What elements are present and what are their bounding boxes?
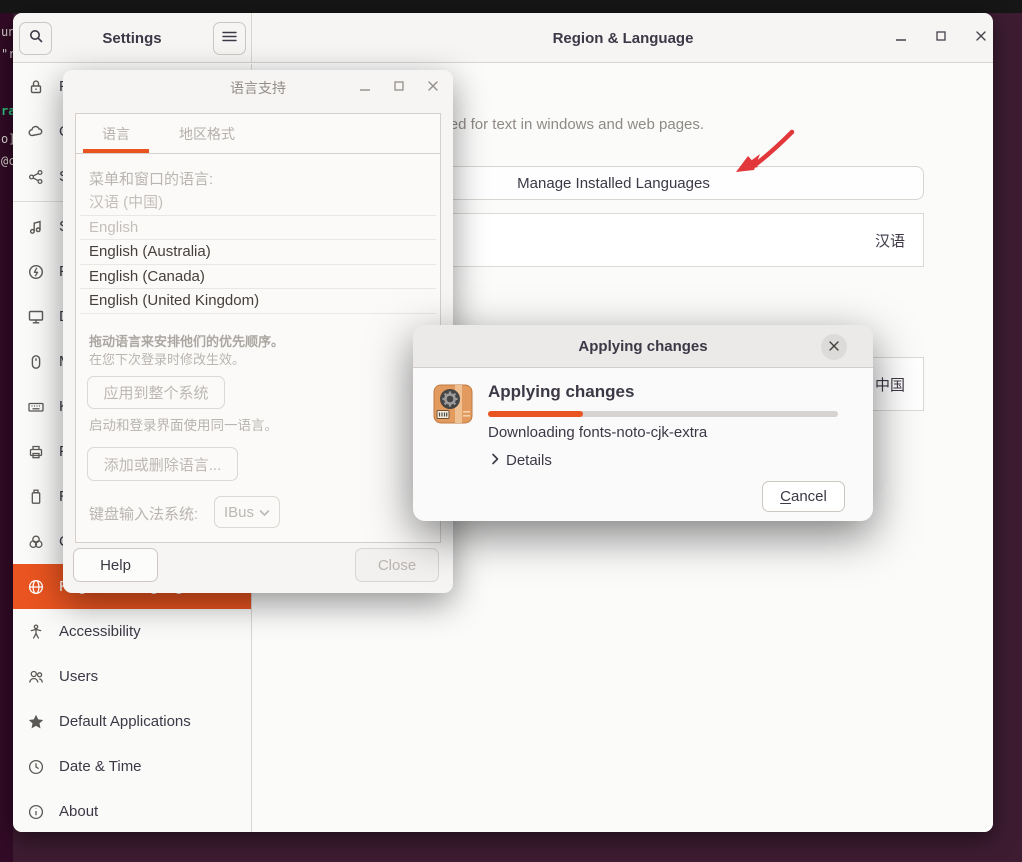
dialog-maximize-button[interactable] xyxy=(387,76,411,100)
star-icon xyxy=(26,712,46,732)
applying-changes-titlebar[interactable]: Applying changes xyxy=(413,325,873,368)
language-list-item[interactable]: English (Australia) xyxy=(80,240,436,265)
top-panel xyxy=(0,0,1022,13)
language-list-item[interactable]: English (United Kingdom) xyxy=(80,289,436,314)
power-icon xyxy=(26,262,46,282)
settings-headerbar: Settings Region & Language xyxy=(13,13,993,63)
chevron-down-icon xyxy=(259,504,270,521)
sidebar-item-default-applications[interactable]: Default Applications xyxy=(13,699,251,744)
dialog-minimize-button[interactable] xyxy=(353,76,377,100)
cloud-icon xyxy=(26,122,46,142)
page-title: Region & Language xyxy=(253,13,993,63)
ime-value: IBus xyxy=(224,504,254,521)
maximize-icon xyxy=(392,79,406,98)
maximize-icon xyxy=(934,29,948,48)
apply-note: 启动和登录界面使用同一语言。 xyxy=(89,414,278,434)
displays-icon xyxy=(26,307,46,327)
progress-bar xyxy=(488,411,838,417)
globe-icon xyxy=(26,577,46,597)
close-icon xyxy=(974,29,988,48)
language-value: 汉语 xyxy=(875,230,905,251)
terminal-background: un"rrao]@c xyxy=(0,13,13,862)
details-label: Details xyxy=(506,452,552,469)
formats-value: 中国 xyxy=(875,374,905,395)
software-properties-icon xyxy=(433,384,473,424)
applying-close-button[interactable] xyxy=(821,334,847,360)
sidebar-item-label: About xyxy=(59,803,98,820)
menu-language-label: 菜单和窗口的语言: xyxy=(89,168,213,189)
keyboard-icon xyxy=(26,397,46,417)
removable-icon xyxy=(26,487,46,507)
sound-icon xyxy=(26,217,46,237)
applying-changes-title: Applying changes xyxy=(578,338,707,355)
language-support-frame: 语言 地区格式 菜单和窗口的语言: 汉语 (中国)EnglishEnglish … xyxy=(75,113,441,543)
applying-changes-dialog: Applying changes Applying changes Downlo… xyxy=(413,325,873,521)
sidebar-item-label: Accessibility xyxy=(59,623,141,640)
cancel-button[interactable]: Cancel xyxy=(762,481,845,512)
close-dialog-button[interactable]: Close xyxy=(355,548,439,582)
language-support-title: 语言支持 xyxy=(230,78,286,98)
language-list-item[interactable]: English (Canada) xyxy=(80,265,436,290)
sidebar-item-label: Date & Time xyxy=(59,758,142,775)
language-list: 汉语 (中国)EnglishEnglish (Australia)English… xyxy=(80,191,436,314)
details-expander[interactable]: Details xyxy=(491,452,552,469)
info-icon xyxy=(26,802,46,822)
sidebar-item-users[interactable]: Users xyxy=(13,654,251,699)
sidebar-item-label: Default Applications xyxy=(59,713,191,730)
users-icon xyxy=(26,667,46,687)
apply-system-wide-button[interactable]: 应用到整个系统 xyxy=(87,376,225,409)
sidebar-item-date-time[interactable]: Date & Time xyxy=(13,744,251,789)
drag-hint-2: 在您下次登录时修改生效。 xyxy=(89,349,245,368)
close-button[interactable] xyxy=(967,24,993,52)
clock-icon xyxy=(26,757,46,777)
applying-changes-heading: Applying changes xyxy=(488,382,634,402)
dialog-close-button[interactable] xyxy=(421,76,445,100)
headerbar-left: Settings xyxy=(13,13,252,63)
sidebar-item-label: Users xyxy=(59,668,98,685)
close-icon xyxy=(426,79,440,98)
tab-language[interactable]: 语言 xyxy=(76,114,156,154)
progress-fill xyxy=(488,411,583,417)
printer-icon xyxy=(26,442,46,462)
ime-label: 键盘输入法系统: xyxy=(89,503,198,524)
sidebar-item-accessibility[interactable]: Accessibility xyxy=(13,609,251,654)
maximize-button[interactable] xyxy=(927,24,955,52)
minimize-icon xyxy=(358,79,372,98)
tab-regional-formats[interactable]: 地区格式 xyxy=(162,114,252,154)
share-icon xyxy=(26,167,46,187)
lock-icon xyxy=(26,77,46,97)
drag-hint-1: 拖动语言来安排他们的优先顺序。 xyxy=(89,331,284,350)
minimize-icon xyxy=(894,29,908,48)
close-icon xyxy=(827,339,841,356)
language-list-item[interactable]: 汉语 (中国) xyxy=(80,191,436,216)
mouse-icon xyxy=(26,352,46,372)
active-tab-underline xyxy=(83,149,149,153)
hamburger-icon xyxy=(222,30,237,48)
language-support-dialog: 语言支持 语言 地区格式 菜单和窗口的语言: 汉语 (中国)EnglishEng… xyxy=(63,70,453,593)
minimize-button[interactable] xyxy=(887,24,915,52)
add-remove-languages-button[interactable]: 添加或删除语言... xyxy=(87,447,238,481)
download-status: Downloading fonts-noto-cjk-extra xyxy=(488,424,707,441)
menu-button[interactable] xyxy=(213,22,246,55)
language-list-item[interactable]: English xyxy=(80,216,436,241)
help-button[interactable]: Help xyxy=(73,548,158,582)
ime-dropdown[interactable]: IBus xyxy=(214,496,280,528)
tab-bar: 语言 地区格式 xyxy=(76,114,440,154)
chevron-right-icon xyxy=(491,452,499,469)
sidebar-item-about[interactable]: About xyxy=(13,789,251,832)
color-icon xyxy=(26,532,46,552)
accessibility-icon xyxy=(26,622,46,642)
